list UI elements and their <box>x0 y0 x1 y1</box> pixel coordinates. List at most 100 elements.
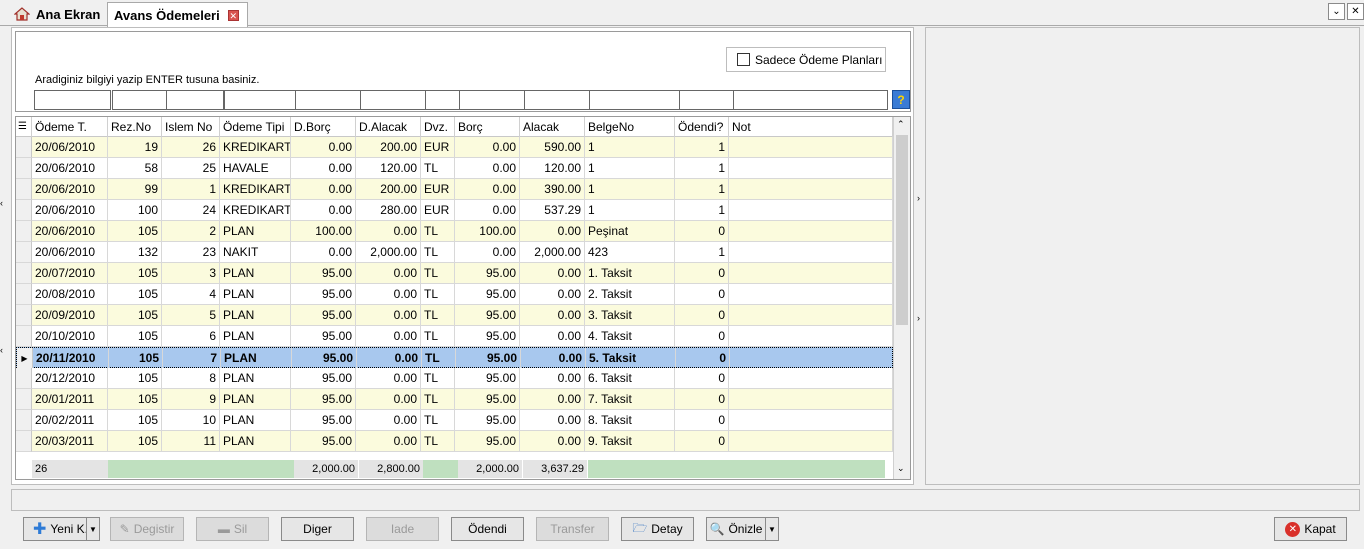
onizle-dropdown[interactable]: ▼ <box>765 517 779 541</box>
odeme-planlari-filter[interactable]: Sadece Ödeme Planları <box>726 47 886 72</box>
row-indicator[interactable] <box>16 221 32 242</box>
column-header-odeme-tipi[interactable]: Ödeme Tipi <box>220 117 291 137</box>
table-row[interactable]: 20/06/2010 105 2 PLAN 100.00 0.00 TL 100.00 0.00… <box>16 221 893 242</box>
close-circle-icon: ✕ <box>1285 521 1301 537</box>
row-indicator[interactable] <box>16 137 32 158</box>
cell-rez-no: 132 <box>108 242 162 263</box>
cell-not <box>729 410 893 431</box>
scroll-up-icon[interactable]: ⌃ <box>897 119 905 130</box>
yeni-kayit-dropdown[interactable]: ▼ <box>86 517 100 541</box>
collapse-left-icon[interactable]: ‹ <box>0 198 3 208</box>
table-row[interactable]: 20/06/2010 132 23 NAKIT 0.00 2,000.00 TL 0.00 2,… <box>16 242 893 263</box>
tab-avans-odemeleri[interactable]: Avans Ödemeleri ✕ <box>107 2 248 27</box>
table-row[interactable]: 20/03/2011 105 11 PLAN 95.00 0.00 TL 95.00 0.00 9… <box>16 431 893 452</box>
cell-not <box>729 305 893 326</box>
table-row[interactable]: 20/06/2010 100 24 KREDIKART 0.00 280.00 EUR 0.0… <box>16 200 893 221</box>
odeme-planlari-checkbox[interactable] <box>737 53 750 66</box>
cell-belge-no: 1 <box>585 179 675 200</box>
row-indicator[interactable] <box>16 263 32 284</box>
table-row[interactable]: 20/07/2010 105 3 PLAN 95.00 0.00 TL 95.00 0.00 1.… <box>16 263 893 284</box>
expand-right-icon-2[interactable]: › <box>917 313 920 323</box>
filter-alacak[interactable] <box>524 90 590 110</box>
row-indicator[interactable] <box>16 200 32 221</box>
table-row[interactable]: 20/12/2010 105 8 PLAN 95.00 0.00 TL 95.00 0.00 6.… <box>16 368 893 389</box>
cell-dvz: TL <box>421 221 455 242</box>
degistir-label: Degistir <box>133 522 175 536</box>
diger-button[interactable]: Diger <box>281 517 354 541</box>
table-row[interactable]: 20/01/2011 105 9 PLAN 95.00 0.00 TL 95.00 0.00 7.… <box>16 389 893 410</box>
filter-odendi[interactable] <box>679 90 734 110</box>
column-header-islem-no[interactable]: Islem No <box>162 117 220 137</box>
filter-d-borc[interactable] <box>295 90 361 110</box>
column-header-d-borc[interactable]: D.Borç <box>291 117 356 137</box>
scroll-down-icon[interactable]: ⌄ <box>897 463 905 474</box>
column-header-odendi[interactable]: Ödendi? <box>675 117 729 137</box>
filter-odeme-tipi[interactable] <box>224 90 296 110</box>
filter-not[interactable] <box>733 90 888 110</box>
cell-d-alacak: 0.00 <box>356 326 421 347</box>
column-header-belge-no[interactable]: BelgeNo <box>585 117 675 137</box>
filter-borc[interactable] <box>459 90 525 110</box>
row-indicator[interactable] <box>16 305 32 326</box>
column-header-dvz[interactable]: Dvz. <box>421 117 455 137</box>
filter-belge-no[interactable] <box>589 90 680 110</box>
filter-rez-no[interactable] <box>112 90 167 110</box>
table-row[interactable]: 20/06/2010 19 26 KREDIKART 0.00 200.00 EUR 0.00… <box>16 137 893 158</box>
row-indicator[interactable] <box>16 326 32 347</box>
row-indicator[interactable] <box>16 242 32 263</box>
table-row[interactable]: ▶ 20/11/2010 105 7 PLAN 95.00 0.00 TL 95.00 0.00 5… <box>16 347 894 369</box>
column-header-borc[interactable]: Borç <box>455 117 520 137</box>
collapse-left-icon-2[interactable]: ‹ <box>0 345 3 355</box>
odendi-button[interactable]: Ödendi <box>451 517 524 541</box>
table-row[interactable]: 20/06/2010 99 1 KREDIKART 0.00 200.00 EUR 0.00 3… <box>16 179 893 200</box>
row-indicator-icon[interactable]: ▶ <box>17 348 33 369</box>
filter-odeme-tarihi[interactable] <box>34 90 111 110</box>
column-chooser-icon[interactable]: ☰ <box>16 117 32 137</box>
filter-d-alacak[interactable] <box>360 90 426 110</box>
cell-not <box>729 431 893 452</box>
table-row[interactable]: 20/10/2010 105 6 PLAN 95.00 0.00 TL 95.00 0.00 4.… <box>16 326 893 347</box>
row-indicator[interactable] <box>16 410 32 431</box>
filter-islem-no[interactable] <box>166 90 224 110</box>
delete-icon: ▬ <box>217 522 230 536</box>
row-indicator[interactable] <box>16 158 32 179</box>
close-icon[interactable]: ✕ <box>1347 3 1364 20</box>
cell-dvz: TL <box>421 263 455 284</box>
grid-scrollbar[interactable]: ⌃ ⌄ <box>893 117 910 479</box>
onizle-button[interactable]: 🔍 Önizle <box>706 517 766 541</box>
transfer-button[interactable]: Transfer <box>536 517 609 541</box>
row-indicator[interactable] <box>16 284 32 305</box>
scrollbar-thumb[interactable] <box>896 135 908 325</box>
cell-alacak: 0.00 <box>520 410 585 431</box>
filter-help-icon[interactable]: ? <box>892 90 910 109</box>
row-indicator[interactable] <box>16 368 32 389</box>
kapat-button[interactable]: ✕ Kapat <box>1274 517 1347 541</box>
table-row[interactable]: 20/06/2010 58 25 HAVALE 0.00 120.00 TL 0.00 120.… <box>16 158 893 179</box>
close-tab-icon[interactable]: ✕ <box>227 9 239 21</box>
tab-ana-ekran[interactable]: Ana Ekran <box>4 2 106 26</box>
chevron-down-icon[interactable]: ⌄ <box>1328 3 1345 20</box>
table-row[interactable]: 20/08/2010 105 4 PLAN 95.00 0.00 TL 95.00 0.00 2.… <box>16 284 893 305</box>
detay-button[interactable]: 🗁 Detay <box>621 517 694 541</box>
column-header-rez-no[interactable]: Rez.No <box>108 117 162 137</box>
iade-button[interactable]: Iade <box>366 517 439 541</box>
row-indicator[interactable] <box>16 431 32 452</box>
row-indicator[interactable] <box>16 179 32 200</box>
preview-icon: 🔍 <box>709 522 725 536</box>
row-indicator[interactable] <box>16 389 32 410</box>
cell-odendi: 0 <box>675 284 729 305</box>
expand-right-icon[interactable]: › <box>917 193 920 203</box>
column-header-odeme-tarihi[interactable]: Ödeme T. <box>32 117 108 137</box>
degistir-button[interactable]: ✎ Degistir <box>110 517 184 541</box>
sil-button[interactable]: ▬ Sil <box>196 517 269 541</box>
table-row[interactable]: 20/02/2011 105 10 PLAN 95.00 0.00 TL 95.00 0.00 8… <box>16 410 893 431</box>
table-row[interactable]: 20/09/2010 105 5 PLAN 95.00 0.00 TL 95.00 0.00 3.… <box>16 305 893 326</box>
column-header-not[interactable]: Not <box>729 117 893 137</box>
cell-belge-no: 5. Taksit <box>586 348 676 369</box>
column-header-d-alacak[interactable]: D.Alacak <box>356 117 421 137</box>
payments-grid[interactable]: ☰ Ödeme T. Rez.No Islem No Ödeme Tipi D.Borç… <box>15 116 911 480</box>
column-header-alacak[interactable]: Alacak <box>520 117 585 137</box>
cell-odendi: 1 <box>675 242 729 263</box>
filter-dvz[interactable] <box>425 90 460 110</box>
cell-belge-no: 7. Taksit <box>585 389 675 410</box>
